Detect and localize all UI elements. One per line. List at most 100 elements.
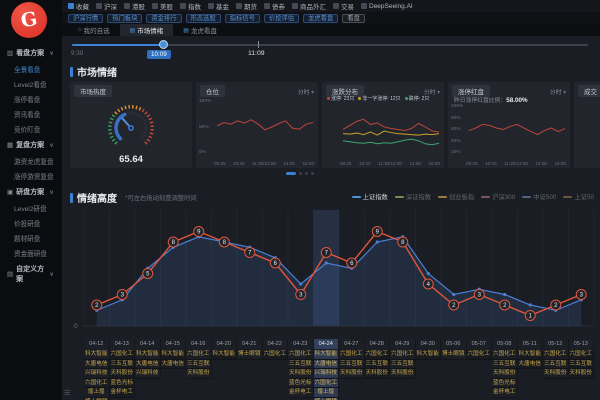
carousel-dot[interactable] [311, 172, 314, 175]
sidebar-section-header[interactable]: ▥看盘方案∨ [0, 44, 62, 61]
date-cell[interactable]: 04-15 [161, 339, 187, 349]
index-legend-item[interactable]: 上证50 [563, 192, 594, 201]
card-title-chip[interactable]: 成交 [578, 85, 600, 97]
stock-cell[interactable]: 兴瑞科技 [135, 369, 161, 379]
stock-cell[interactable]: 科大智能 [518, 350, 544, 360]
date-cell[interactable]: 04-22 [263, 339, 289, 349]
stock-cell[interactable]: 六国化工 [339, 350, 365, 360]
menubar-item[interactable]: 期货 [236, 1, 257, 11]
date-cell[interactable]: 05-08 [492, 339, 518, 349]
stock-cell[interactable]: 六国化工 [390, 350, 416, 360]
sidebar-item[interactable]: 游资龙虎复盘 [0, 153, 62, 168]
stock-cell[interactable]: 三五互联 [390, 360, 416, 370]
stock-cell[interactable]: 天科股份 [569, 369, 595, 379]
index-legend-item[interactable]: 深证指数 [395, 192, 431, 201]
carousel-dot[interactable] [299, 172, 302, 175]
stock-cell[interactable]: 博士眼镜 [441, 350, 467, 360]
stock-cell[interactable]: 三五互联 [288, 360, 314, 370]
date-cell[interactable]: 04-30 [416, 339, 442, 349]
stock-cell[interactable]: 金杯电工 [492, 388, 518, 398]
stock-cell[interactable]: 六国化工 [314, 379, 340, 389]
stock-cell[interactable]: 三五互联 [569, 360, 595, 370]
index-legend-item[interactable]: 上证指数 [352, 192, 388, 201]
toolbar-button[interactable]: 热门板块 [107, 14, 142, 23]
toolbar-button[interactable]: 龙虎看盘 [303, 14, 338, 23]
index-legend-item[interactable]: 中证500 [522, 192, 556, 201]
stock-cell[interactable]: 天科股份 [288, 369, 314, 379]
date-cell[interactable]: 04-21 [237, 339, 263, 349]
sidebar-item[interactable]: 竞价盯盘 [0, 121, 62, 136]
card-dropdown[interactable]: 分时 ▾ [298, 87, 314, 96]
toolbar-button[interactable]: 看盘 [342, 14, 365, 23]
stock-cell[interactable]: 三五互联 [186, 360, 212, 370]
stock-cell[interactable]: 三五互联 [492, 360, 518, 370]
toolbar-button[interactable]: 沪深行情 [68, 14, 103, 23]
toolbar-button[interactable]: 形态选股 [186, 14, 221, 23]
date-cell[interactable]: 04-12 [84, 339, 110, 349]
stock-cell[interactable]: 天科股份 [110, 369, 136, 379]
stock-cell[interactable]: 大唐电信 [161, 360, 187, 370]
date-cell[interactable]: 04-20 [212, 339, 238, 349]
sidebar-section-header[interactable]: ▦复盘方案∨ [0, 136, 62, 153]
stock-cell[interactable]: 科大智能 [416, 350, 442, 360]
workspace-tab[interactable]: ▤市场情绪 [120, 24, 174, 36]
stock-cell[interactable]: 金杯电工 [110, 388, 136, 398]
stock-cell[interactable]: 三五互联 [543, 360, 569, 370]
stock-cell[interactable]: 科大智能 [161, 350, 187, 360]
index-legend-item[interactable]: 沪深300 [481, 192, 515, 201]
stock-cell[interactable]: 博士眼镜 [237, 350, 263, 360]
carousel-dot[interactable] [305, 172, 308, 175]
legend-item[interactable]: 非一字涨停: 12只 [358, 95, 400, 102]
card-dropdown[interactable]: 分时 ▾ [550, 87, 566, 96]
date-cell[interactable]: 04-28 [365, 339, 391, 349]
date-cell[interactable]: 04-24 [314, 339, 340, 349]
stock-cell[interactable]: 六国化工 [365, 350, 391, 360]
stock-cell[interactable]: 三五互联 [365, 360, 391, 370]
menubar-item[interactable]: 商品外汇 [292, 1, 326, 11]
stock-cell[interactable]: 六国化工 [492, 350, 518, 360]
sentiment-height-chart[interactable]: 235898763769842321230 [70, 206, 600, 338]
stock-cell[interactable]: 大唐电信 [135, 360, 161, 370]
stock-cell[interactable]: 天科股份 [186, 369, 212, 379]
menubar-item[interactable]: 港股 [124, 1, 145, 11]
menubar-item[interactable]: 债券 [264, 1, 285, 11]
date-cell[interactable]: 05-12 [543, 339, 569, 349]
stock-cell[interactable]: 煌上煌 [314, 388, 340, 398]
date-cell[interactable]: 05-07 [467, 339, 493, 349]
date-cell[interactable]: 04-14 [135, 339, 161, 349]
stock-cell[interactable]: 兴瑞科技 [84, 369, 110, 379]
sidebar-item[interactable]: Level2研盘 [0, 200, 62, 215]
stock-cell[interactable]: 三五互联 [110, 360, 136, 370]
stock-cell[interactable]: 六国化工 [263, 350, 289, 360]
date-cell[interactable]: 05-13 [569, 339, 595, 349]
date-cell[interactable]: 05-06 [441, 339, 467, 349]
stock-cell[interactable]: 蓝色光标 [110, 379, 136, 389]
stock-cell[interactable]: 天科股份 [365, 369, 391, 379]
menubar-item[interactable]: 基金 [208, 1, 229, 11]
stock-cell[interactable]: 天科股份 [492, 369, 518, 379]
legend-item[interactable]: 涨停: 23只 [327, 95, 354, 102]
stock-cell[interactable]: 大唐电信 [518, 360, 544, 370]
stock-cell[interactable]: 三五互联 [339, 360, 365, 370]
sidebar-item[interactable]: 全景看盘 [0, 61, 62, 76]
menu-icon[interactable]: ☰ [64, 389, 70, 397]
sidebar-item[interactable]: Level2看盘 [0, 76, 62, 91]
toolbar-button[interactable]: 资金排行 [146, 14, 181, 23]
sidebar-item[interactable]: 资金面研盘 [0, 245, 62, 260]
date-cell[interactable]: 04-23 [288, 339, 314, 349]
stock-cell[interactable]: 六国化工 [569, 350, 595, 360]
stock-cell[interactable]: 六国化工 [84, 379, 110, 389]
sidebar-section-header[interactable]: ▣研盘方案∨ [0, 183, 62, 200]
sidebar-item[interactable]: 价投研盘 [0, 215, 62, 230]
date-cell[interactable]: 04-13 [110, 339, 136, 349]
stock-cell[interactable]: 蓝色光标 [492, 379, 518, 389]
date-cell[interactable]: 04-16 [186, 339, 212, 349]
sidebar-item[interactable]: 涨停游资复盘 [0, 168, 62, 183]
toolbar-button[interactable]: 价投评估 [264, 14, 299, 23]
sidebar-item[interactable]: 题材研盘 [0, 230, 62, 245]
stock-cell[interactable]: 兴瑞科技 [314, 369, 340, 379]
workspace-tab[interactable]: ▤龙虎看盘 [173, 24, 227, 36]
stock-cell[interactable]: 蓝色光标 [288, 379, 314, 389]
menubar-item[interactable]: DeepSeeing.AI [361, 3, 413, 10]
stock-cell[interactable]: 大唐电信 [84, 360, 110, 370]
